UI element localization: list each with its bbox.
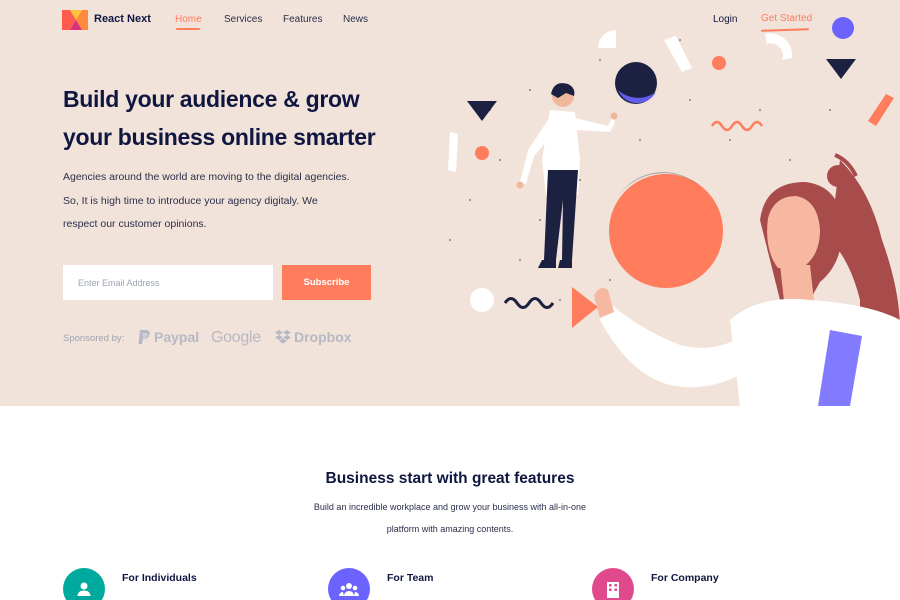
purple-dot [832, 17, 854, 39]
white-quarter-shape [598, 30, 616, 48]
sponsor-google-label: Google [211, 329, 261, 346]
sponsor-google[interactable]: Google [211, 329, 261, 347]
orange-bar-shape [868, 94, 894, 126]
orange-sphere [609, 174, 723, 288]
sponsor-paypal-label: Paypal [154, 329, 200, 345]
orange-play-triangle [572, 287, 598, 328]
orange-left-dot [475, 146, 489, 160]
orange-small-dot [712, 56, 726, 70]
desc-line-1: Agencies around the world are moving to … [63, 171, 350, 183]
features-sub-line-2: platform with amazing contents. [386, 524, 514, 534]
hero-description: Agencies around the world are moving to … [63, 166, 383, 237]
navy-triangle-left [467, 101, 497, 121]
headline-line-1: Build your audience & grow [63, 86, 360, 112]
email-input[interactable] [63, 265, 273, 300]
user-icon [63, 568, 105, 600]
man-figure [516, 83, 618, 268]
nav-features-link[interactable]: Features [283, 14, 322, 25]
feature-team-label: For Team [387, 572, 434, 584]
desc-line-2: So, It is high time to introduce your ag… [63, 194, 318, 207]
subscribe-button[interactable]: Subscribe [282, 265, 371, 300]
sponsor-paypal[interactable]: Paypal [137, 329, 199, 345]
nav-home-underline [176, 28, 200, 30]
features-sub-line-1: Build an incredible workplace and grow y… [313, 502, 587, 512]
hero-headline: Build your audience & grow your business… [63, 80, 423, 156]
hero-illustration [448, 17, 900, 406]
orange-squiggle [710, 120, 764, 132]
features-title: Business start with great features [325, 470, 575, 487]
dropbox-icon [275, 330, 291, 344]
brand-name[interactable]: React Next [94, 13, 151, 25]
white-bar-shape [448, 132, 458, 172]
white-arc-shape-2 [765, 33, 793, 60]
white-arc-shape [664, 36, 692, 72]
sponsored-by-label: Sponsored by: [63, 333, 125, 344]
react-next-logo-icon[interactable] [62, 8, 88, 30]
features-subtitle: Build an incredible workplace and grow y… [300, 496, 600, 540]
navy-squiggle [503, 297, 555, 309]
hero-section: React Next Home Services Features News L… [0, 0, 900, 406]
feature-individuals-label: For Individuals [122, 572, 197, 584]
navy-triangle-right [826, 59, 856, 79]
nav-news-link[interactable]: News [343, 14, 368, 25]
sponsor-dropbox[interactable]: Dropbox [275, 329, 352, 345]
nav-home-link[interactable]: Home [175, 14, 202, 25]
white-circle-shape [470, 288, 494, 312]
team-icon [328, 568, 370, 600]
desc-line-3: respect our customer opinions. [63, 218, 207, 230]
building-icon [592, 568, 634, 600]
headline-line-2: your business online smarter [63, 124, 376, 150]
paypal-icon [138, 330, 150, 344]
feature-company-label: For Company [651, 572, 719, 584]
sponsor-dropbox-label: Dropbox [294, 329, 352, 345]
nav-services-link[interactable]: Services [224, 14, 262, 25]
